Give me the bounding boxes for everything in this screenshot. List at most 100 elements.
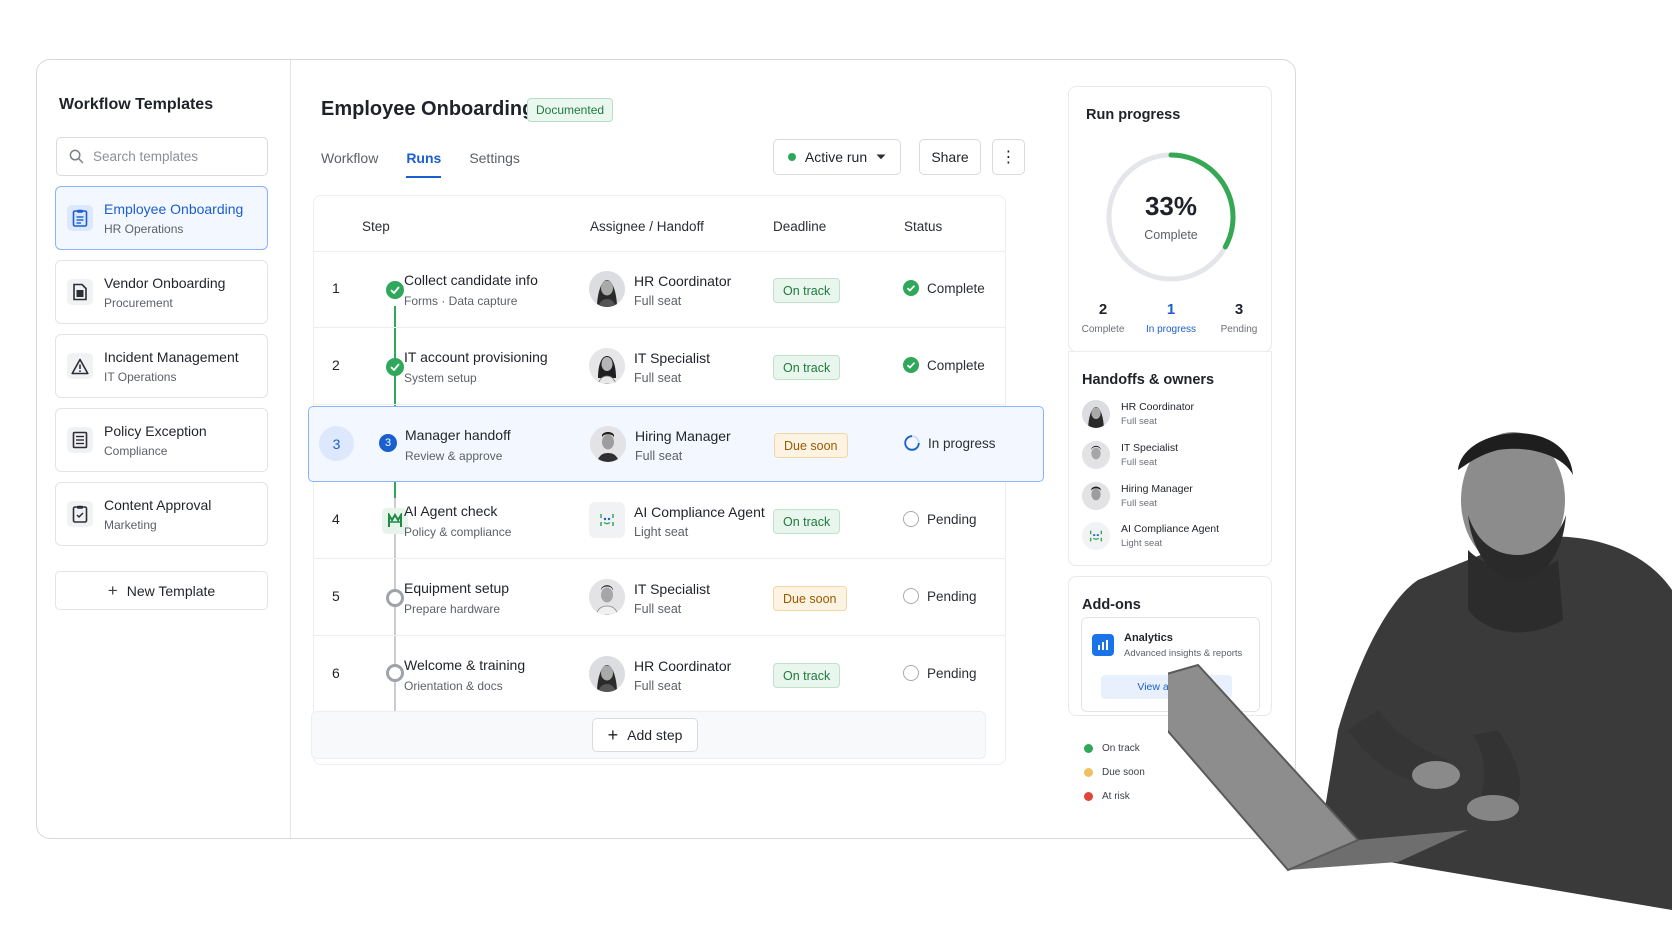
legend-item: At risk [1084, 784, 1145, 808]
handoffs-title: Handoffs & owners [1082, 372, 1215, 388]
status-label: Pending [927, 665, 977, 681]
template-name: Vendor Onboarding [104, 274, 226, 291]
pending-node-icon [386, 589, 404, 607]
step-number: 2 [332, 357, 340, 373]
app-window: Workflow Templates Search templates Empl… [36, 59, 1296, 839]
step-number: 6 [332, 665, 340, 681]
table-row[interactable]: 4 AI Agent check Policy & compliance AI … [314, 483, 1005, 559]
new-template-button[interactable]: + New Template [55, 571, 268, 610]
owner-item[interactable]: HR Coordinator Full seat [1082, 398, 1194, 430]
assignee-name: HR Coordinator [634, 273, 732, 289]
deadline-badge: Due soon [774, 433, 848, 458]
active-run-label: Active run [804, 149, 868, 165]
step-number: 1 [332, 280, 340, 296]
stat-value: 1 [1166, 301, 1176, 318]
add-step-label: Add step [627, 727, 683, 743]
chevron-down-icon [876, 154, 886, 160]
legend-dot-yellow [1084, 767, 1093, 777]
step-sub: Orientation & docs [404, 679, 503, 693]
stat-value: 2 [1098, 301, 1108, 318]
status-dot-icon [787, 153, 796, 161]
status-badge: Documented [527, 98, 614, 122]
step-sub: Forms · Data capture [404, 294, 518, 308]
clipboard-check-icon [67, 501, 93, 527]
stat-complete: 2 Complete [1069, 301, 1137, 335]
assignee-seat: Full seat [634, 294, 682, 308]
template-employee-onboarding[interactable]: Employee Onboarding HR Operations [55, 186, 268, 250]
legend-item: Due soon [1084, 760, 1145, 784]
tab-settings[interactable]: Settings [469, 150, 520, 178]
template-name: Employee Onboarding [104, 200, 244, 217]
template-incident-management[interactable]: Incident Management IT Operations [55, 334, 268, 398]
ai-agent-avatar [589, 502, 625, 538]
template-team: Marketing [104, 517, 157, 532]
table-header: Step Assignee / Handoff Deadline Status [314, 196, 1005, 252]
table-row[interactable]: 5 Equipment setup Prepare hardware IT Sp… [314, 560, 1005, 636]
legend-dot-green [1084, 743, 1093, 753]
step-name: AI Agent check [404, 503, 498, 519]
table-row[interactable]: 2 IT account provisioning System setup I… [314, 329, 1005, 405]
addons-title: Add-ons [1082, 597, 1141, 613]
active-run-dropdown[interactable]: Active run [773, 139, 901, 175]
step-name: Manager handoff [405, 427, 511, 443]
step-number: 3 [319, 426, 354, 461]
pending-node-icon [386, 664, 404, 682]
assignee-name: IT Specialist [634, 581, 710, 597]
step-sub: Policy & compliance [404, 525, 512, 539]
col-step: Step [362, 219, 390, 234]
assignee-name: AI Compliance Agent [634, 504, 765, 520]
ai-agent-icon [1082, 522, 1110, 550]
table-row[interactable]: 6 Welcome & training Orientation & docs … [314, 637, 1005, 713]
in-progress-icon [904, 435, 920, 451]
status-label: Complete [927, 280, 985, 296]
owner-item[interactable]: IT Specialist Full seat [1082, 439, 1178, 471]
share-button[interactable]: Share [919, 139, 981, 175]
checklist-icon [67, 427, 93, 453]
legend-label: On track [1102, 742, 1140, 754]
status-label: In progress [928, 435, 996, 451]
analytics-icon [1092, 634, 1114, 656]
legend-label: At risk [1102, 790, 1130, 802]
page-title: Employee Onboarding [321, 98, 535, 120]
avatar [589, 271, 625, 307]
template-vendor-onboarding[interactable]: Vendor Onboarding Procurement [55, 260, 268, 324]
complete-check-icon [903, 357, 919, 373]
search-icon [69, 149, 84, 164]
stat-pending: 3 Pending [1205, 301, 1273, 335]
deadline-legend: On track Due soon At risk [1084, 736, 1145, 808]
pending-circle-icon [903, 665, 919, 681]
step-status: Complete [903, 280, 985, 296]
assignee-seat: Full seat [634, 679, 682, 693]
template-policy-exception[interactable]: Policy Exception Compliance [55, 408, 268, 472]
avatar [590, 426, 626, 462]
step-name: Collect candidate info [404, 272, 538, 288]
plus-icon: + [607, 724, 619, 745]
deadline-badge: Due soon [773, 586, 847, 611]
check-icon [386, 281, 404, 299]
progress-label: Complete [1144, 228, 1198, 242]
tab-runs[interactable]: Runs [406, 150, 442, 178]
stat-label: In progress [1145, 324, 1197, 335]
legend-dot-red [1084, 791, 1093, 801]
stat-label: Pending [1220, 324, 1258, 335]
stat-value: 3 [1234, 301, 1244, 318]
col-assignee: Assignee / Handoff [590, 219, 704, 234]
table-row[interactable]: 1 Collect candidate info Forms · Data ca… [314, 252, 1005, 328]
table-row-current[interactable]: 3 3 Manager handoff Review & approve Hir… [308, 406, 1044, 482]
template-team: Compliance [104, 443, 168, 458]
step-name: IT account provisioning [404, 349, 548, 365]
avatar [1082, 400, 1110, 428]
step-number: 4 [332, 511, 340, 527]
alert-triangle-icon [67, 353, 93, 379]
add-step-button[interactable]: + Add step [592, 718, 698, 752]
more-options-button[interactable]: ⋮ [992, 139, 1025, 175]
person-with-laptop-photo [1168, 432, 1672, 910]
sidebar-title: Workflow Templates [59, 96, 214, 113]
search-input[interactable]: Search templates [56, 137, 268, 176]
template-content-approval[interactable]: Content Approval Marketing [55, 482, 268, 546]
step-name: Welcome & training [404, 657, 526, 673]
owner-seat: Full seat [1121, 416, 1157, 427]
assignee-name: IT Specialist [634, 350, 710, 366]
tab-workflow[interactable]: Workflow [321, 150, 378, 178]
document-icon [67, 279, 93, 305]
